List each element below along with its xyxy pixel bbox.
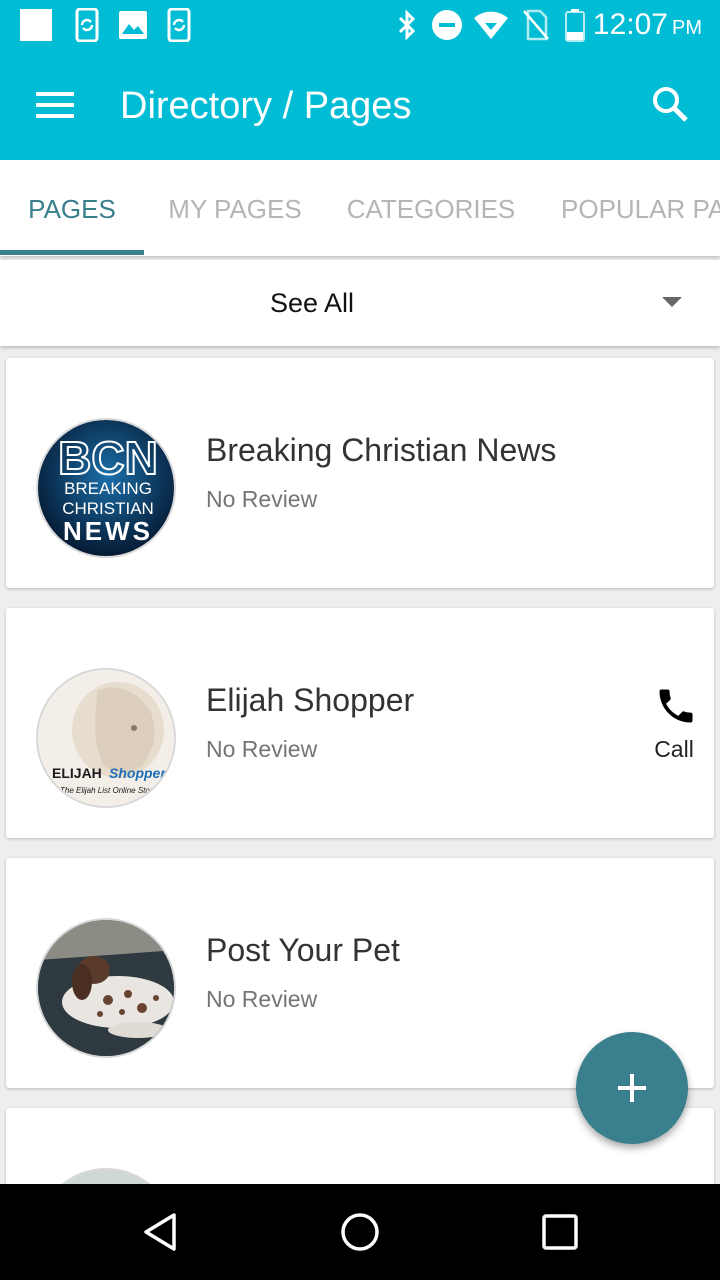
page-title-text: Elijah Shopper (206, 682, 415, 718)
page-title-text: Post Your Pet (206, 932, 400, 968)
navigation-bar (0, 1184, 720, 1280)
bcn-logo-avatar: BCN BREAKING CHRISTIAN NEWS (36, 418, 176, 558)
page-card[interactable]: ELIJAH Shopper The Elijah List Online St… (6, 608, 714, 838)
hamburger-menu-icon (36, 92, 74, 118)
dog-photo-avatar (36, 918, 176, 1058)
menu-button[interactable] (26, 80, 86, 130)
no-sim-icon (520, 8, 552, 42)
recents-icon (542, 1214, 578, 1250)
tab-my-pages[interactable]: MY PAGES (144, 160, 326, 256)
review-status: No Review (206, 986, 318, 1012)
page-title-text: Breaking Christian News (206, 432, 557, 468)
back-button[interactable] (130, 1204, 190, 1260)
review-status: No Review (206, 486, 318, 512)
dropdown-caret-icon (662, 297, 682, 307)
svg-text:BREAKING: BREAKING (64, 479, 152, 498)
page-title: Directory / Pages (120, 85, 412, 127)
phone-sync-icon (70, 8, 104, 42)
search-button[interactable] (640, 78, 700, 130)
battery-icon (562, 8, 588, 42)
page-card[interactable]: BCN BREAKING CHRISTIAN NEWS Breaking Chr… (6, 358, 714, 588)
active-tab-indicator (0, 250, 144, 255)
tab-categories[interactable]: CATEGORIES (326, 160, 536, 256)
filter-selected-value: See All (269, 288, 355, 318)
status-time-value: 12:07 (592, 8, 668, 41)
svg-text:The Elijah List Online Store: The Elijah List Online Store (60, 786, 157, 795)
call-button[interactable]: Call (644, 684, 704, 768)
elijah-shopper-logo-avatar: ELIJAH Shopper The Elijah List Online St… (36, 668, 176, 808)
image-icon (116, 8, 150, 42)
notification-square-icon (18, 8, 54, 42)
svg-text:Shopper: Shopper (109, 765, 167, 781)
home-button[interactable] (330, 1204, 390, 1260)
tab-popular-pages[interactable]: POPULAR PAGES (536, 160, 720, 256)
bluetooth-icon (392, 8, 422, 42)
svg-text:ELIJAH: ELIJAH (52, 765, 102, 781)
plus-icon (618, 1074, 646, 1102)
phone-icon (659, 689, 693, 723)
do-not-disturb-icon (430, 8, 464, 42)
back-icon (144, 1213, 176, 1251)
home-icon (341, 1213, 379, 1251)
filter-dropdown[interactable]: See All (0, 260, 720, 346)
call-label: Call (654, 736, 694, 762)
wifi-icon (472, 8, 510, 42)
svg-text:NEWS: NEWS (63, 516, 153, 546)
svg-text:BCN: BCN (58, 432, 158, 484)
status-time: 12:07 PM (593, 8, 702, 42)
phone-sync-icon (162, 8, 196, 42)
review-status: No Review (206, 736, 318, 762)
status-time-ampm: PM (672, 17, 702, 39)
status-bar: 12:07 PM (0, 0, 720, 50)
app-bar: Directory / Pages (0, 50, 720, 160)
recents-button[interactable] (530, 1204, 590, 1260)
add-page-button[interactable] (576, 1032, 688, 1144)
search-icon (653, 87, 688, 122)
tab-bar: PAGES MY PAGES CATEGORIES POPULAR PAGES (0, 160, 720, 256)
tab-pages[interactable]: PAGES (0, 160, 144, 256)
